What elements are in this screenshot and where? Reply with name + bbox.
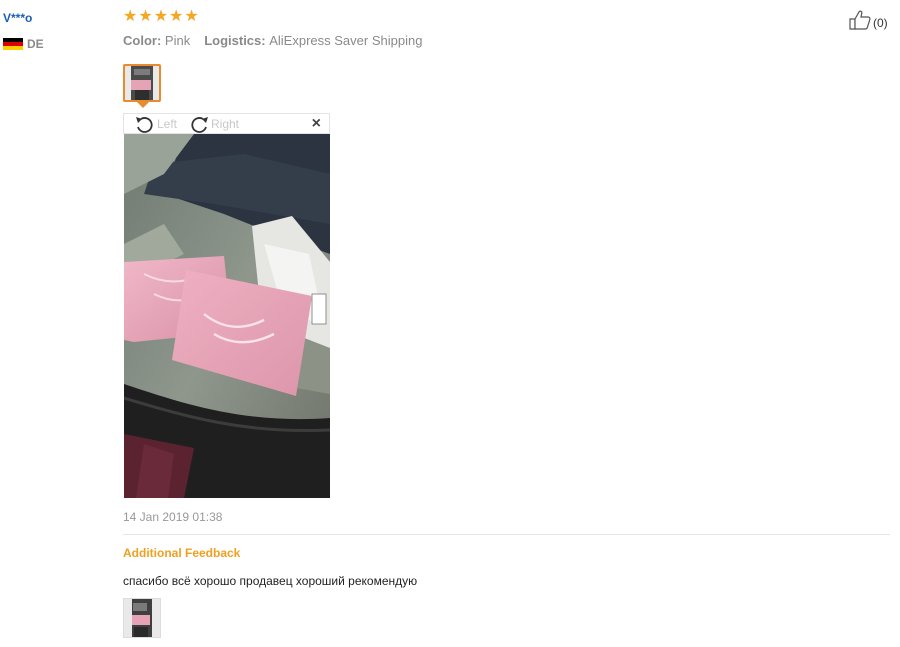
star-icon: ★ xyxy=(138,8,153,25)
photo-thumbnail-image xyxy=(125,66,159,100)
star-icon: ★ xyxy=(184,8,199,25)
thumbs-up-icon xyxy=(849,10,871,30)
photo-viewer-toolbar: Left Right × xyxy=(123,113,330,134)
helpful-button[interactable]: (0) xyxy=(849,10,888,30)
color-value: Pink xyxy=(164,33,191,48)
additional-photo-thumbnail[interactable] xyxy=(123,598,161,638)
additional-feedback-text: спасибо всё хорошо продавец хороший реко… xyxy=(123,574,418,588)
additional-feedback-title: Additional Feedback xyxy=(123,546,241,560)
star-icon: ★ xyxy=(123,8,138,25)
rotate-right-label: Right xyxy=(211,117,240,131)
rotate-left-icon xyxy=(136,117,153,133)
rotate-left-label: Left xyxy=(157,117,178,131)
divider xyxy=(123,534,890,535)
photo-thumbnail-image xyxy=(124,599,160,637)
review-photo-large xyxy=(124,134,330,498)
reviewer-country: DE xyxy=(3,37,44,51)
rotate-right-icon xyxy=(191,117,208,133)
review-photo-thumbnail[interactable] xyxy=(123,64,161,102)
order-attributes: Color: Pink Logistics: AliExpress Saver … xyxy=(123,33,422,48)
review-photo-image xyxy=(124,134,330,498)
country-code: DE xyxy=(27,37,44,51)
reviewer-name[interactable]: V***o xyxy=(3,11,32,25)
rotate-left-button[interactable]: Left xyxy=(134,115,177,133)
star-icon: ★ xyxy=(169,8,184,25)
review-date: 14 Jan 2019 01:38 xyxy=(123,510,223,524)
germany-flag-icon xyxy=(3,38,23,50)
color-label: Color: xyxy=(123,33,162,48)
logistics-value: AliExpress Saver Shipping xyxy=(269,33,423,48)
logistics-label: Logistics: xyxy=(204,33,266,48)
star-rating: ★ ★ ★ ★ ★ xyxy=(123,9,199,25)
helpful-count: (0) xyxy=(873,16,888,30)
rotate-right-button[interactable]: Right xyxy=(188,115,239,133)
close-icon[interactable]: × xyxy=(312,115,321,133)
star-icon: ★ xyxy=(153,8,169,25)
selected-caret xyxy=(137,102,149,108)
